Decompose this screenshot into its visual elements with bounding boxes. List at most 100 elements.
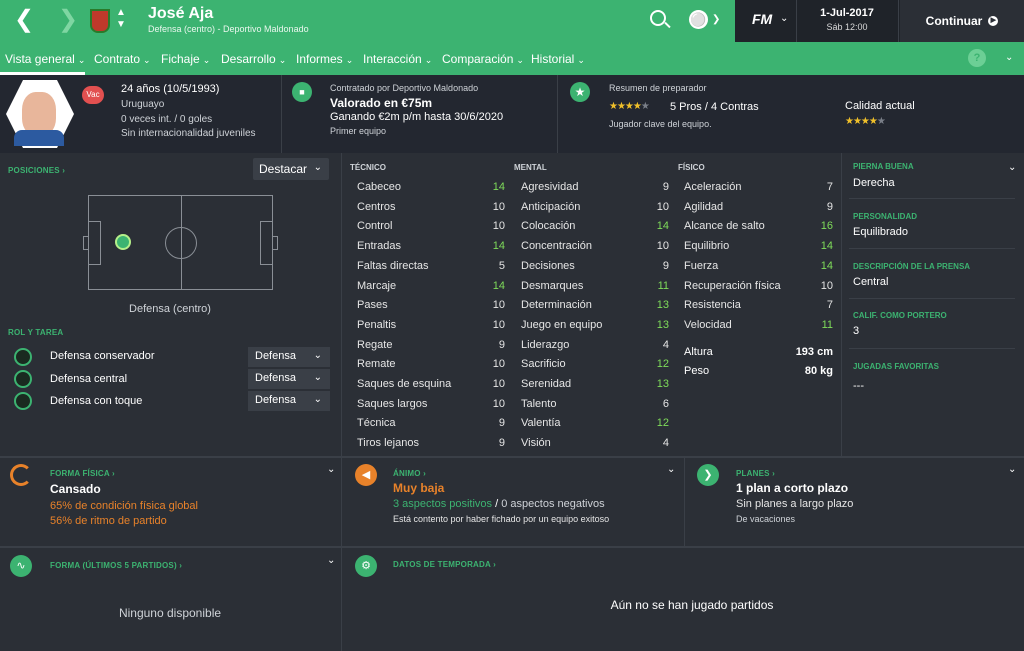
player-switch-icon[interactable]: ▲ ▼ xyxy=(116,7,126,31)
attribute-name[interactable]: Valentía xyxy=(521,417,561,429)
role-name[interactable]: Defensa con toque xyxy=(50,395,142,407)
chevron-down-icon[interactable]: ⌄ xyxy=(1008,162,1016,173)
attribute-name[interactable]: Fuerza xyxy=(684,260,718,272)
role-name[interactable]: Defensa central xyxy=(50,373,127,385)
help-icon[interactable]: ? xyxy=(968,49,986,67)
menu-desarrollo[interactable]: Desarrollo ⌄ xyxy=(221,52,286,66)
forward-arrow-icon[interactable]: ❯ xyxy=(58,8,78,32)
chevron-down-icon[interactable]: ⌄ xyxy=(1005,52,1013,63)
negative-aspects[interactable]: 0 aspectos negativos xyxy=(501,498,604,510)
menu-contrato[interactable]: Contrato ⌄ xyxy=(94,52,151,66)
contract-icon: ■ xyxy=(292,82,312,102)
attribute-name[interactable]: Anticipación xyxy=(521,201,580,213)
attribute-name[interactable]: Serenidad xyxy=(521,378,571,390)
attribute-value: 10 xyxy=(492,299,505,312)
coach-pros-cons[interactable]: 5 Pros / 4 Contras xyxy=(670,101,759,113)
divider xyxy=(841,153,842,456)
highlight-dropdown[interactable]: Destacar ⌄ xyxy=(253,158,329,180)
attribute-name[interactable]: Juego en equipo xyxy=(521,319,602,331)
position-marker-dc[interactable] xyxy=(115,234,131,250)
attribute-name[interactable]: Agilidad xyxy=(684,201,723,213)
duty-dropdown[interactable]: Defensa ⌄ xyxy=(248,347,330,367)
attribute-name[interactable]: Talento xyxy=(521,398,556,410)
attribute-name[interactable]: Desmarques xyxy=(521,280,583,292)
role-name[interactable]: Defensa conservador xyxy=(50,350,155,362)
form-title[interactable]: FORMA (ÚLTIMOS 5 PARTIDOS) › xyxy=(50,561,182,570)
attribute-name[interactable]: Faltas directas xyxy=(357,260,429,272)
fitness-title[interactable]: FORMA FÍSICA › xyxy=(50,469,115,478)
attribute-name[interactable]: Control xyxy=(357,220,392,232)
attribute-name[interactable]: Penaltis xyxy=(357,319,396,331)
attribute-value: 13 xyxy=(656,318,669,331)
season-title[interactable]: DATOS DE TEMPORADA › xyxy=(393,560,496,569)
role-icon xyxy=(14,370,32,388)
attribute-name[interactable]: Agresividad xyxy=(521,181,578,193)
player-subtitle[interactable]: Defensa (centro) - Deportivo Maldonado xyxy=(148,24,309,34)
season-title-text: DATOS DE TEMPORADA xyxy=(393,560,491,569)
menu-bar: Vista general ⌄ Contrato ⌄ Fichaje ⌄ Desarr… xyxy=(0,42,1024,75)
positions-title[interactable]: POSICIONES › xyxy=(8,166,65,175)
contract-wage: Ganando €2m p/m hasta 30/6/2020 xyxy=(330,111,504,123)
attribute-name[interactable]: Entradas xyxy=(357,240,401,252)
attribute-name[interactable]: Decisiones xyxy=(521,260,575,272)
current-date[interactable]: 1-Jul-2017 xyxy=(808,7,886,19)
attribute-name[interactable]: Pases xyxy=(357,299,388,311)
duty-dropdown[interactable]: Defensa ⌄ xyxy=(248,391,330,411)
chevron-down-icon: ⌄ xyxy=(424,55,433,65)
attribute-name[interactable]: Recuperación física xyxy=(684,280,781,292)
goalkeeper-rating-label: CALIF. COMO PORTERO xyxy=(853,311,947,320)
club-crest-icon[interactable] xyxy=(90,9,110,33)
duty-dropdown[interactable]: Defensa ⌄ xyxy=(248,369,330,389)
menu-vista-general[interactable]: Vista general ⌄ xyxy=(5,52,85,66)
attribute-name[interactable]: Sacrificio xyxy=(521,358,566,370)
chevron-down-icon: ⌄ xyxy=(313,350,322,361)
chevron-down-icon[interactable]: ❯ xyxy=(712,14,720,25)
attribute-value: 7 xyxy=(826,299,833,312)
menu-historial[interactable]: Historial ⌄ xyxy=(531,52,585,66)
attribute-name[interactable]: Saques de esquina xyxy=(357,378,451,390)
chevron-down-icon[interactable]: ⌄ xyxy=(327,555,335,566)
attribute-name[interactable]: Concentración xyxy=(521,240,592,252)
preferred-moves-label: JUGADAS FAVORITAS xyxy=(853,362,939,371)
attribute-name[interactable]: Colocación xyxy=(521,220,575,232)
chevron-down-icon[interactable]: ⌄ xyxy=(327,464,335,475)
chevron-down-icon[interactable]: ⌄ xyxy=(780,13,788,24)
attribute-value: 9 xyxy=(498,338,505,351)
attribute-name[interactable]: Remate xyxy=(357,358,396,370)
continue-label: Continuar xyxy=(925,14,983,28)
continue-button[interactable]: Continuar ▶ xyxy=(900,0,1024,42)
attribute-name[interactable]: Resistencia xyxy=(684,299,741,311)
menu-informes[interactable]: Informes ⌄ xyxy=(296,52,353,66)
attribute-name[interactable]: Determinación xyxy=(521,299,592,311)
positive-aspects[interactable]: 3 aspectos positivos xyxy=(393,498,492,510)
menu-interaccion[interactable]: Interacción ⌄ xyxy=(363,52,432,66)
player-nationality[interactable]: Uruguayo xyxy=(121,99,164,110)
attribute-name[interactable]: Tiros lejanos xyxy=(357,437,419,449)
attribute-name[interactable]: Visión xyxy=(521,437,551,449)
chevron-down-icon[interactable]: ⌄ xyxy=(1008,464,1016,475)
divider xyxy=(341,153,342,456)
morale-title[interactable]: ÁNIMO › xyxy=(393,469,426,478)
attribute-name[interactable]: Centros xyxy=(357,201,396,213)
attribute-name[interactable]: Cabeceo xyxy=(357,181,401,193)
attribute-name[interactable]: Liderazgo xyxy=(521,339,569,351)
attribute-name[interactable]: Aceleración xyxy=(684,181,741,193)
attribute-name[interactable]: Saques largos xyxy=(357,398,427,410)
globe-icon[interactable]: ⚪ xyxy=(689,10,708,29)
fm-logo[interactable]: FM xyxy=(752,11,772,27)
attribute-name[interactable]: Regate xyxy=(357,339,392,351)
menu-comparacion[interactable]: Comparación ⌄ xyxy=(442,52,524,66)
attribute-name[interactable]: Alcance de salto xyxy=(684,220,765,232)
search-icon[interactable] xyxy=(650,10,666,26)
plans-title[interactable]: PLANES › xyxy=(736,469,775,478)
back-arrow-icon[interactable]: ❮ xyxy=(14,8,34,32)
player-youth-caps: Sin internacionalidad juveniles xyxy=(121,128,256,139)
attribute-name[interactable]: Técnica xyxy=(357,417,396,429)
pitch-left-goal xyxy=(83,236,89,250)
attribute-name[interactable]: Equilibrio xyxy=(684,240,729,252)
morale-aspects: 3 aspectos positivos / 0 aspectos negati… xyxy=(393,498,605,510)
menu-fichaje[interactable]: Fichaje ⌄ xyxy=(161,52,210,66)
attribute-name[interactable]: Velocidad xyxy=(684,319,732,331)
chevron-down-icon[interactable]: ⌄ xyxy=(667,464,675,475)
attribute-name[interactable]: Marcaje xyxy=(357,280,396,292)
